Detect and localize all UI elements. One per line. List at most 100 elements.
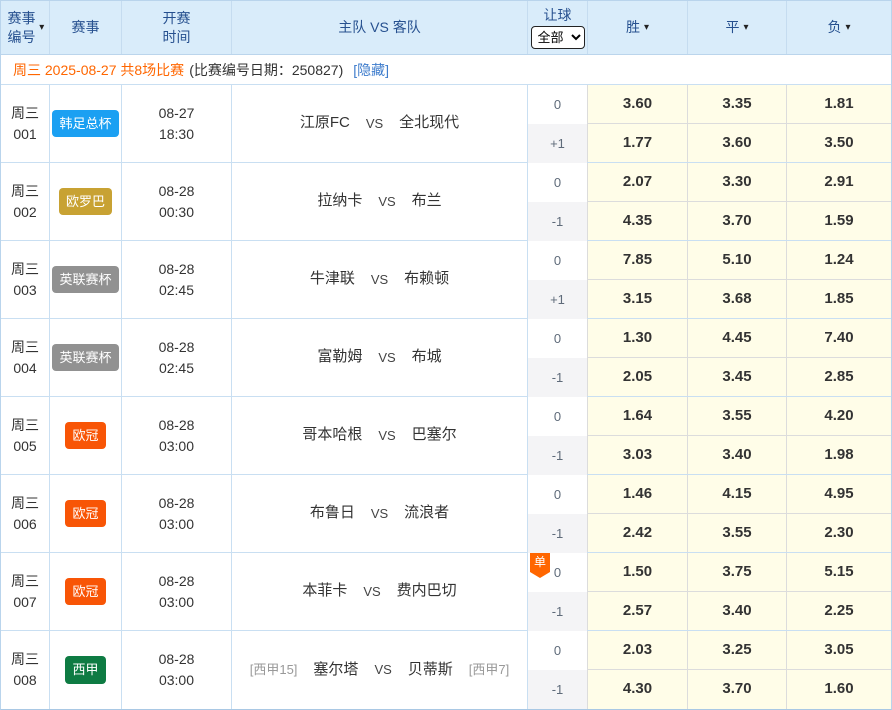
- home-team: 塞尔塔: [313, 659, 358, 682]
- odds-lose-line1[interactable]: 1.81: [787, 85, 891, 124]
- header-start-time-label: 开赛时间: [161, 9, 193, 47]
- match-day: 周三: [11, 337, 39, 358]
- win-odds-cell: 1.64 3.03: [588, 397, 688, 474]
- match-number-cell: 周三 003: [1, 241, 50, 318]
- odds-win-line1[interactable]: 3.60: [588, 85, 687, 124]
- league-cell: 欧罗巴: [50, 163, 122, 240]
- odds-lose-line2[interactable]: 1.60: [787, 670, 891, 709]
- odds-draw-line2[interactable]: 3.68: [688, 280, 786, 318]
- handicap-cell: 单 0 -1: [528, 475, 588, 552]
- win-odds-cell: 1.50 2.57: [588, 553, 688, 630]
- lose-odds-cell: 2.91 1.59: [787, 163, 891, 240]
- hide-link[interactable]: [隐藏]: [353, 60, 389, 80]
- odds-draw-line2[interactable]: 3.70: [688, 670, 786, 709]
- odds-lose-line1[interactable]: 4.95: [787, 475, 891, 514]
- handicap-line2: -1: [528, 514, 587, 553]
- odds-win-line2[interactable]: 2.57: [588, 592, 687, 630]
- odds-lose-line1[interactable]: 1.24: [787, 241, 891, 280]
- match-time: 03:00: [159, 436, 194, 457]
- handicap-line2: +1: [528, 280, 587, 319]
- odds-draw-line1[interactable]: 3.35: [688, 85, 786, 124]
- odds-draw-line2[interactable]: 3.45: [688, 358, 786, 396]
- odds-win-line1[interactable]: 1.30: [588, 319, 687, 358]
- header-draw[interactable]: 平▾: [688, 1, 787, 54]
- start-time-cell: 08-28 02:45: [122, 241, 232, 318]
- header-win[interactable]: 胜▾: [588, 1, 688, 54]
- odds-draw-line1[interactable]: 4.15: [688, 475, 786, 514]
- odds-draw-line1[interactable]: 3.30: [688, 163, 786, 202]
- odds-win-line2[interactable]: 2.05: [588, 358, 687, 396]
- odds-lose-line2[interactable]: 2.25: [787, 592, 891, 630]
- odds-draw-line2[interactable]: 3.55: [688, 514, 786, 552]
- teams-cell: 江原FC VS 全北现代: [232, 85, 528, 162]
- header-match-no-label: 赛事编号: [6, 9, 38, 47]
- start-time-cell: 08-28 03:00: [122, 631, 232, 709]
- teams-cell: 牛津联 VS 布赖顿: [232, 241, 528, 318]
- odds-win-line2[interactable]: 2.42: [588, 514, 687, 552]
- odds-draw-line2[interactable]: 3.40: [688, 592, 786, 630]
- odds-draw-line1[interactable]: 5.10: [688, 241, 786, 280]
- handicap-line1: 0: [528, 241, 587, 280]
- teams-cell: 拉纳卡 VS 布兰: [232, 163, 528, 240]
- start-time-cell: 08-27 18:30: [122, 85, 232, 162]
- odds-win-line1[interactable]: 2.03: [588, 631, 687, 670]
- win-odds-cell: 2.07 4.35: [588, 163, 688, 240]
- win-odds-cell: 7.85 3.15: [588, 241, 688, 318]
- draw-odds-cell: 4.15 3.55: [688, 475, 787, 552]
- odds-win-line1[interactable]: 2.07: [588, 163, 687, 202]
- header-match-no[interactable]: 赛事编号▾: [1, 1, 50, 54]
- match-row: 周三 002 欧罗巴 08-28 00:30 拉纳卡 VS 布兰 单 0 -1 …: [1, 163, 891, 241]
- odds-win-line2[interactable]: 3.03: [588, 436, 687, 474]
- match-number-cell: 周三 002: [1, 163, 50, 240]
- odds-win-line1[interactable]: 1.50: [588, 553, 687, 592]
- handicap-line1: 0: [528, 397, 587, 436]
- match-number-cell: 周三 007: [1, 553, 50, 630]
- teams-cell: 布鲁日 VS 流浪者: [232, 475, 528, 552]
- league-badge: 西甲: [65, 656, 105, 684]
- odds-lose-line2[interactable]: 2.85: [787, 358, 891, 396]
- odds-draw-line2[interactable]: 3.60: [688, 124, 786, 162]
- handicap-filter-select[interactable]: 全部: [531, 26, 585, 49]
- match-number-cell: 周三 004: [1, 319, 50, 396]
- odds-lose-line1[interactable]: 5.15: [787, 553, 891, 592]
- odds-lose-line1[interactable]: 4.20: [787, 397, 891, 436]
- teams-cell: 本菲卡 VS 费内巴切: [232, 553, 528, 630]
- odds-draw-line1[interactable]: 3.75: [688, 553, 786, 592]
- home-team: 本菲卡: [302, 580, 347, 603]
- away-team: 布赖顿: [404, 268, 449, 291]
- odds-lose-line2[interactable]: 1.59: [787, 202, 891, 240]
- league-cell: 西甲: [50, 631, 122, 709]
- odds-win-line1[interactable]: 1.46: [588, 475, 687, 514]
- odds-win-line2[interactable]: 4.30: [588, 670, 687, 709]
- handicap-cell: 单 0 -1: [528, 631, 588, 709]
- header-lose[interactable]: 负▾: [787, 1, 891, 54]
- odds-win-line2[interactable]: 3.15: [588, 280, 687, 318]
- match-number-cell: 周三 001: [1, 85, 50, 162]
- odds-lose-line2[interactable]: 3.50: [787, 124, 891, 162]
- start-time-cell: 08-28 03:00: [122, 553, 232, 630]
- odds-lose-line1[interactable]: 2.91: [787, 163, 891, 202]
- odds-lose-line2[interactable]: 2.30: [787, 514, 891, 552]
- odds-draw-line1[interactable]: 3.25: [688, 631, 786, 670]
- match-number-cell: 周三 006: [1, 475, 50, 552]
- odds-draw-line2[interactable]: 3.40: [688, 436, 786, 474]
- win-odds-cell: 1.46 2.42: [588, 475, 688, 552]
- home-team: 布鲁日: [310, 502, 355, 525]
- odds-win-line2[interactable]: 1.77: [588, 124, 687, 162]
- match-no: 007: [13, 592, 36, 613]
- odds-lose-line1[interactable]: 7.40: [787, 319, 891, 358]
- odds-win-line2[interactable]: 4.35: [588, 202, 687, 240]
- odds-draw-line1[interactable]: 4.45: [688, 319, 786, 358]
- odds-draw-line2[interactable]: 3.70: [688, 202, 786, 240]
- odds-lose-line1[interactable]: 3.05: [787, 631, 891, 670]
- match-date: 08-28: [159, 337, 195, 358]
- odds-draw-line1[interactable]: 3.55: [688, 397, 786, 436]
- odds-lose-line2[interactable]: 1.98: [787, 436, 891, 474]
- odds-lose-line2[interactable]: 1.85: [787, 280, 891, 318]
- handicap-cell: 单 0 -1: [528, 397, 588, 474]
- handicap-cell: 单 0 -1: [528, 553, 588, 630]
- draw-odds-cell: 5.10 3.68: [688, 241, 787, 318]
- odds-win-line1[interactable]: 7.85: [588, 241, 687, 280]
- home-rank-note: [西甲15]: [250, 660, 298, 680]
- odds-win-line1[interactable]: 1.64: [588, 397, 687, 436]
